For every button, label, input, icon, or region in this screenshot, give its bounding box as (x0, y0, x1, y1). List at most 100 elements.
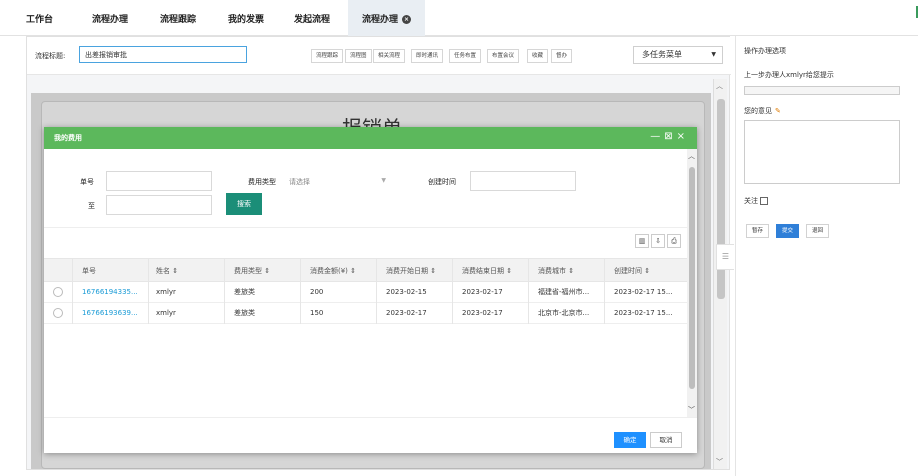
cell-name: xmlyr (156, 309, 176, 317)
opinion-label: 您的意见 ✎ (744, 106, 781, 116)
meeting-button[interactable]: 布置会议 (487, 49, 520, 63)
tab-my-invoice[interactable]: 我的发票 (228, 12, 264, 25)
type-select[interactable]: 请选择 ▼ (286, 171, 390, 191)
task-assign-button[interactable]: 任务布置 (449, 49, 482, 63)
print-icon[interactable]: ⎙ (667, 234, 681, 248)
table-row[interactable]: 16766194335... xmlyr 差旅类 200 2023-02-15 … (44, 282, 687, 303)
dialog-header: 我的费用 —⊠× (44, 127, 697, 149)
chevron-down-icon[interactable]: ﹀ (716, 457, 723, 467)
divider (376, 258, 377, 324)
cell-start: 2023-02-17 (386, 309, 427, 317)
tab-label: 流程办理 (362, 15, 399, 25)
col-name[interactable]: 姓名 ⇕ (156, 259, 178, 283)
table-header: 单号 姓名 ⇕ 费用类型 ⇕ 消费金额(¥) ⇕ 消费开始日期 ⇕ 消费结束日期… (44, 258, 687, 282)
col-type[interactable]: 费用类型 ⇕ (234, 259, 270, 283)
chevron-up-icon[interactable]: ︿ (716, 81, 723, 91)
follow-checkbox[interactable] (760, 197, 768, 205)
expense-grid: ▥ ⇩ ⎙ 单号 姓名 ⇕ 费用类型 ⇕ 消费金额(¥) ⇕ 消费开始日期 ⇕ 消费… (44, 227, 687, 417)
table-row[interactable]: 16766193639... xmlyr 差旅类 150 2023-02-17 … (44, 303, 687, 324)
opinion-text: 您的意见 (744, 107, 772, 115)
tab-label: 流程办理 (92, 15, 129, 25)
track-button[interactable]: 流程跟踪 (311, 49, 344, 63)
title-bar: 流程标题: 出差报销审批 流程跟踪 流程图 相关流程 即时通讯 任务布置 布置会… (27, 37, 731, 75)
tab-label: 流程跟踪 (160, 15, 197, 25)
tab-process-track[interactable]: 流程跟踪 (160, 12, 196, 25)
tab-label: 工作台 (26, 15, 54, 25)
related-process-button[interactable]: 相关流程 (373, 49, 406, 63)
confirm-button[interactable]: 确定 (614, 432, 646, 448)
chevron-up-icon[interactable]: ︿ (688, 151, 695, 161)
cell-end: 2023-02-17 (462, 288, 503, 296)
close-icon[interactable]: × (402, 15, 412, 24)
dialog-controls[interactable]: —⊠× (650, 131, 689, 142)
scroll-thumb[interactable] (689, 167, 695, 389)
order-from-input[interactable] (106, 171, 212, 191)
row-radio[interactable] (53, 308, 63, 318)
divider (452, 258, 453, 324)
submit-button[interactable]: 提交 (776, 224, 800, 238)
type-placeholder: 请选择 (289, 178, 310, 186)
multi-task-menu[interactable]: 多任务菜单 ▼ (633, 46, 723, 64)
created-input[interactable] (470, 171, 576, 191)
opinion-textarea[interactable] (744, 120, 900, 184)
tab-workbench[interactable]: 工作台 (26, 12, 53, 25)
maximize-icon[interactable]: ⊠ (664, 131, 676, 142)
cell-start: 2023-02-15 (386, 288, 427, 296)
dialog-scrollbar[interactable]: ︿ ﹀ (687, 149, 697, 417)
order-link[interactable]: 16766194335... (82, 282, 138, 303)
order-to-input[interactable] (106, 195, 212, 215)
cell-created: 2023-02-17 15... (614, 288, 673, 296)
edit-icon[interactable]: ✎ (775, 107, 781, 115)
title-input[interactable]: 出差报销审批 (79, 46, 247, 63)
col-order[interactable]: 单号 (82, 259, 96, 283)
title-label: 流程标题: (35, 52, 66, 60)
col-amount[interactable]: 消费金额(¥) ⇕ (310, 259, 356, 283)
caret-down-icon: ▼ (711, 51, 716, 58)
menu-label: 多任务菜单 (642, 50, 682, 59)
divider (72, 258, 73, 324)
divider (604, 258, 605, 324)
cell-type: 差旅类 (234, 288, 255, 296)
divider (300, 258, 301, 324)
supervise-button[interactable]: 督办 (551, 49, 573, 63)
dialog-footer: 确定 取消 (44, 417, 697, 453)
form-scrollbar[interactable]: ︿ ﹀ (713, 79, 727, 469)
tab-process-handle-active[interactable]: 流程办理 × (348, 0, 426, 36)
export-icon[interactable]: ⇩ (651, 234, 665, 248)
col-end[interactable]: 消费结束日期 ⇕ (462, 259, 512, 283)
flowchart-button[interactable]: 流程图 (345, 49, 372, 63)
tab-label: 发起流程 (294, 15, 331, 25)
cell-city: 北京市-北京市... (538, 309, 590, 317)
cancel-button[interactable]: 取消 (650, 432, 682, 448)
save-draft-button[interactable]: 暂存 (746, 224, 770, 238)
caret-down-icon: ▼ (381, 177, 386, 184)
col-city[interactable]: 消费城市 ⇕ (538, 259, 574, 283)
row-radio[interactable] (53, 287, 63, 297)
close-icon[interactable]: × (677, 131, 689, 142)
top-nav: 工作台 流程办理 流程跟踪 我的发票 发起流程 流程办理 × (0, 0, 918, 36)
cell-amount: 200 (310, 288, 324, 296)
chevron-down-icon[interactable]: ﹀ (688, 405, 695, 415)
im-button[interactable]: 即时通讯 (411, 49, 444, 63)
follow-option[interactable]: 关注 (744, 196, 768, 206)
divider (148, 258, 149, 324)
cell-type: 差旅类 (234, 309, 255, 317)
cell-end: 2023-02-17 (462, 309, 503, 317)
tab-process-handle[interactable]: 流程办理 (92, 12, 128, 25)
favorite-button[interactable]: 收藏 (527, 49, 549, 63)
cell-amount: 150 (310, 309, 324, 317)
tab-start-process[interactable]: 发起流程 (294, 12, 330, 25)
columns-icon[interactable]: ▥ (635, 234, 649, 248)
divider (528, 258, 529, 324)
minimize-icon[interactable]: — (650, 131, 664, 142)
col-created[interactable]: 创建时间 ⇕ (614, 259, 650, 283)
tab-label: 我的发票 (228, 15, 265, 25)
divider (224, 258, 225, 324)
my-expense-dialog: 我的费用 —⊠× 单号 至 费用类型 请选择 ▼ 创建时间 搜索 ▥ ⇩ ⎙ 单号 姓… (44, 127, 697, 453)
search-button[interactable]: 搜索 (226, 193, 262, 215)
return-button[interactable]: 退回 (806, 224, 830, 238)
order-link[interactable]: 16766193639... (82, 303, 138, 324)
col-start[interactable]: 消费开始日期 ⇕ (386, 259, 436, 283)
cell-created: 2023-02-17 15... (614, 309, 673, 317)
panel-toggle[interactable]: ☰ (716, 244, 734, 270)
